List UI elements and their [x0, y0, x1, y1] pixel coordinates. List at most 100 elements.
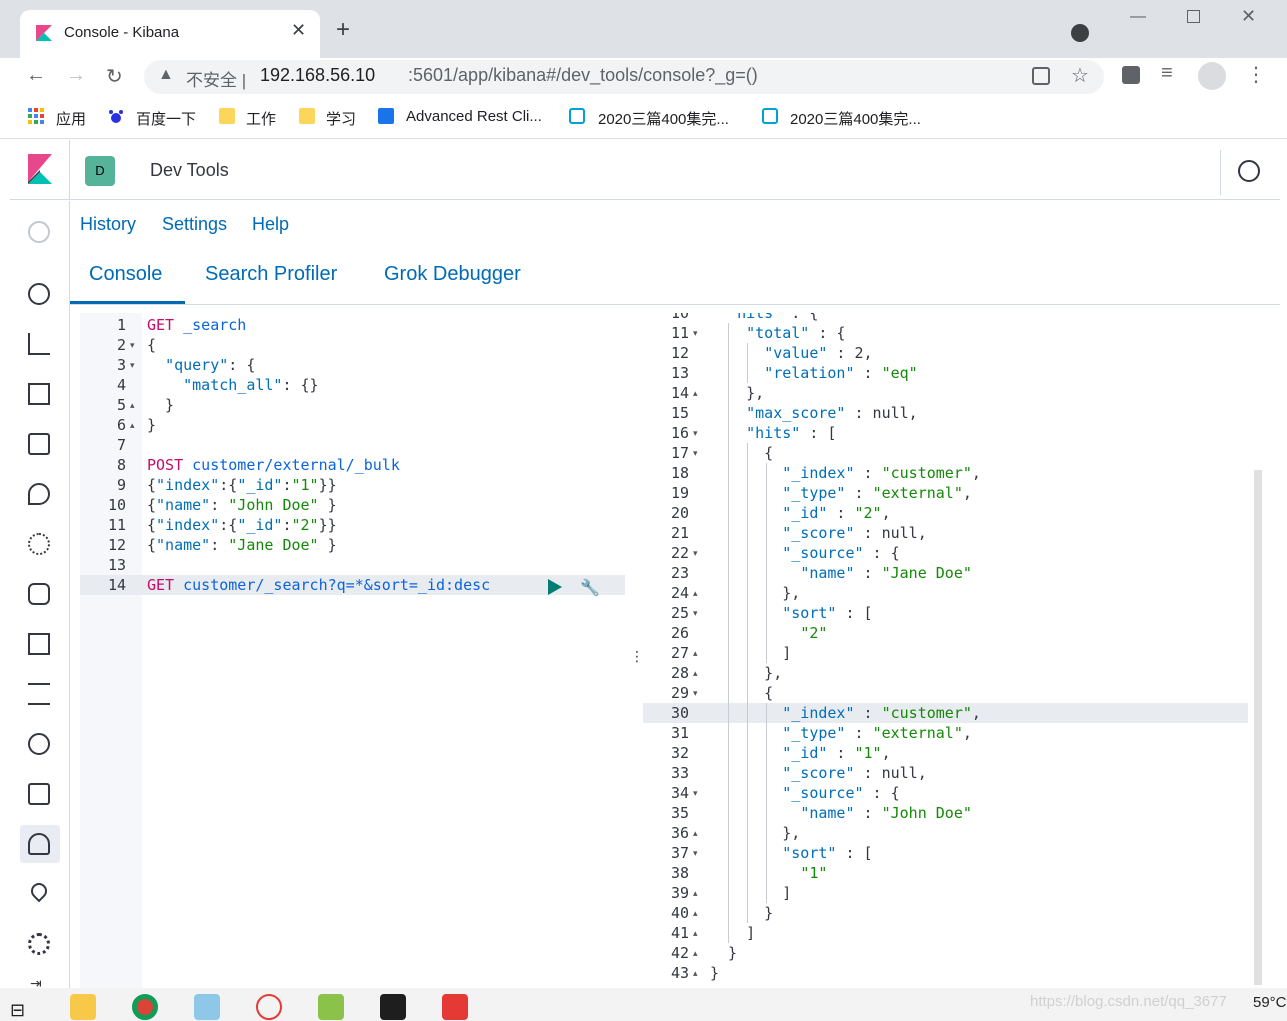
canvas-icon[interactable] — [28, 433, 50, 455]
fold-toggle-icon[interactable]: ▾ — [693, 608, 698, 619]
code-line: "match_all": {} — [183, 376, 319, 394]
ml-icon[interactable] — [28, 533, 50, 555]
url-path[interactable]: :5601/app/kibana#/dev_tools/console?_g=(… — [408, 65, 758, 86]
fold-toggle-icon[interactable]: ▴ — [130, 400, 135, 411]
star-icon[interactable]: ☆ — [1071, 63, 1089, 88]
fold-toggle-icon[interactable]: ▴ — [693, 948, 698, 959]
uptime-icon[interactable] — [28, 733, 50, 755]
fold-toggle-icon[interactable]: ▾ — [693, 848, 698, 859]
editor-app-icon[interactable] — [318, 994, 344, 1020]
fold-toggle-icon[interactable]: ▾ — [693, 428, 698, 439]
fold-toggle-icon[interactable]: ▴ — [693, 928, 698, 939]
code-line: { — [147, 336, 157, 354]
fold-toggle-icon[interactable]: ▾ — [693, 548, 698, 559]
tab-search-icon[interactable] — [1071, 24, 1089, 42]
management-gear-icon[interactable] — [28, 933, 50, 955]
apps-grid-icon[interactable] — [28, 108, 44, 124]
request-editor[interactable] — [80, 313, 625, 988]
kibana-logo[interactable] — [10, 140, 70, 200]
line-number: 6 — [116, 416, 126, 434]
line-number: 43 — [670, 964, 689, 982]
visualize-icon[interactable] — [28, 333, 50, 355]
run-request-button[interactable] — [548, 579, 562, 595]
chrome-icon[interactable] — [132, 994, 158, 1020]
bookmark-video-2[interactable]: 2020三篇400集完... — [790, 108, 921, 129]
fold-toggle-icon[interactable]: ▴ — [693, 668, 698, 679]
code-line: "_id" : "1", — [782, 744, 891, 762]
space-avatar[interactable]: D — [85, 156, 115, 186]
url-host[interactable]: 192.168.56.10 — [260, 65, 375, 86]
bookmark-study[interactable]: 学习 — [326, 108, 356, 129]
notepad-icon[interactable] — [194, 994, 220, 1020]
fold-toggle-icon[interactable]: ▾ — [130, 360, 135, 371]
fold-toggle-icon[interactable]: ▴ — [130, 420, 135, 431]
bilibili-icon — [569, 108, 585, 124]
line-number: 21 — [670, 524, 689, 542]
line-number: 7 — [116, 436, 126, 454]
fold-toggle-icon[interactable]: ▾ — [693, 328, 698, 339]
code-line: "hits" : { — [728, 304, 819, 322]
new-tab-button[interactable]: + — [336, 16, 350, 44]
warning-icon[interactable]: ▲ — [158, 66, 174, 84]
fold-toggle-icon[interactable]: ▴ — [693, 588, 698, 599]
translate-icon[interactable] — [1032, 67, 1050, 85]
fold-toggle-icon[interactable]: ▾ — [693, 448, 698, 459]
fold-toggle-icon[interactable]: ▾ — [130, 340, 135, 351]
bookmark-baidu[interactable]: 百度一下 — [136, 108, 196, 129]
profile-icon[interactable] — [1198, 62, 1226, 90]
network-tool-icon[interactable] — [256, 994, 282, 1020]
help-link[interactable]: Help — [252, 214, 289, 235]
window-close-icon[interactable]: ✕ — [1241, 6, 1256, 27]
wps-icon[interactable] — [442, 994, 468, 1020]
indent-guide — [766, 703, 767, 903]
fold-toggle-icon[interactable]: ▴ — [693, 648, 698, 659]
fold-toggle-icon[interactable]: ▾ — [693, 688, 698, 699]
line-number: 27 — [670, 644, 689, 662]
dev-tools-wrench-icon[interactable] — [28, 833, 50, 855]
minimize-icon[interactable]: — — [1130, 8, 1146, 26]
discover-compass-icon[interactable] — [28, 283, 50, 305]
fold-toggle-icon[interactable]: ▴ — [693, 968, 698, 979]
fold-toggle-icon[interactable]: ▴ — [693, 908, 698, 919]
fold-toggle-icon[interactable]: ▾ — [693, 788, 698, 799]
bookmark-work[interactable]: 工作 — [246, 108, 276, 129]
forward-icon[interactable]: → — [66, 64, 86, 87]
media-icon[interactable]: ≡ — [1161, 62, 1173, 85]
task-view-icon[interactable]: ⊟ — [10, 1000, 25, 1021]
back-icon[interactable]: ← — [26, 64, 46, 87]
code-line: } — [710, 964, 720, 982]
code-line: "sort" : [ — [782, 604, 873, 622]
line-number: 24 — [670, 584, 689, 602]
maximize-icon[interactable] — [1187, 10, 1200, 23]
request-actions-wrench-icon[interactable]: 🔧 — [580, 578, 600, 598]
settings-link[interactable]: Settings — [162, 214, 227, 235]
logs-icon[interactable] — [28, 633, 50, 655]
code-line: }, — [710, 584, 801, 602]
recent-clock-icon[interactable] — [28, 221, 50, 243]
terminal-icon[interactable] — [380, 994, 406, 1020]
bookmark-advanced-rest[interactable]: Advanced Rest Cli... — [406, 108, 542, 125]
apm-icon[interactable] — [28, 683, 50, 705]
file-explorer-icon[interactable] — [70, 994, 96, 1020]
bookmark-video-1[interactable]: 2020三篇400集完... — [598, 108, 729, 129]
maps-icon[interactable] — [28, 483, 50, 505]
siem-lock-icon[interactable] — [28, 783, 50, 805]
reload-icon[interactable]: ↻ — [106, 64, 123, 89]
output-scrollbar[interactable] — [1254, 470, 1262, 985]
history-link[interactable]: History — [80, 214, 136, 235]
fold-toggle-icon[interactable]: ▴ — [693, 888, 698, 899]
tab-grok-debugger[interactable]: Grok Debugger — [384, 263, 521, 286]
tab-console[interactable]: Console — [89, 263, 162, 286]
infrastructure-icon[interactable] — [28, 583, 50, 605]
tab-search-profiler[interactable]: Search Profiler — [205, 263, 337, 286]
bookmark-apps[interactable]: 应用 — [56, 108, 86, 129]
tab-close-icon[interactable]: ✕ — [291, 20, 306, 41]
fold-toggle-icon[interactable]: ▴ — [693, 828, 698, 839]
insecure-label[interactable]: 不安全 | — [186, 66, 246, 91]
fold-toggle-icon[interactable]: ▴ — [693, 388, 698, 399]
extensions-icon[interactable] — [1122, 66, 1140, 84]
menu-icon[interactable]: ⋮ — [1246, 62, 1266, 87]
dashboard-icon[interactable] — [28, 383, 50, 405]
help-icon[interactable] — [1238, 160, 1260, 182]
pane-resizer[interactable]: ⋮ — [630, 648, 644, 665]
